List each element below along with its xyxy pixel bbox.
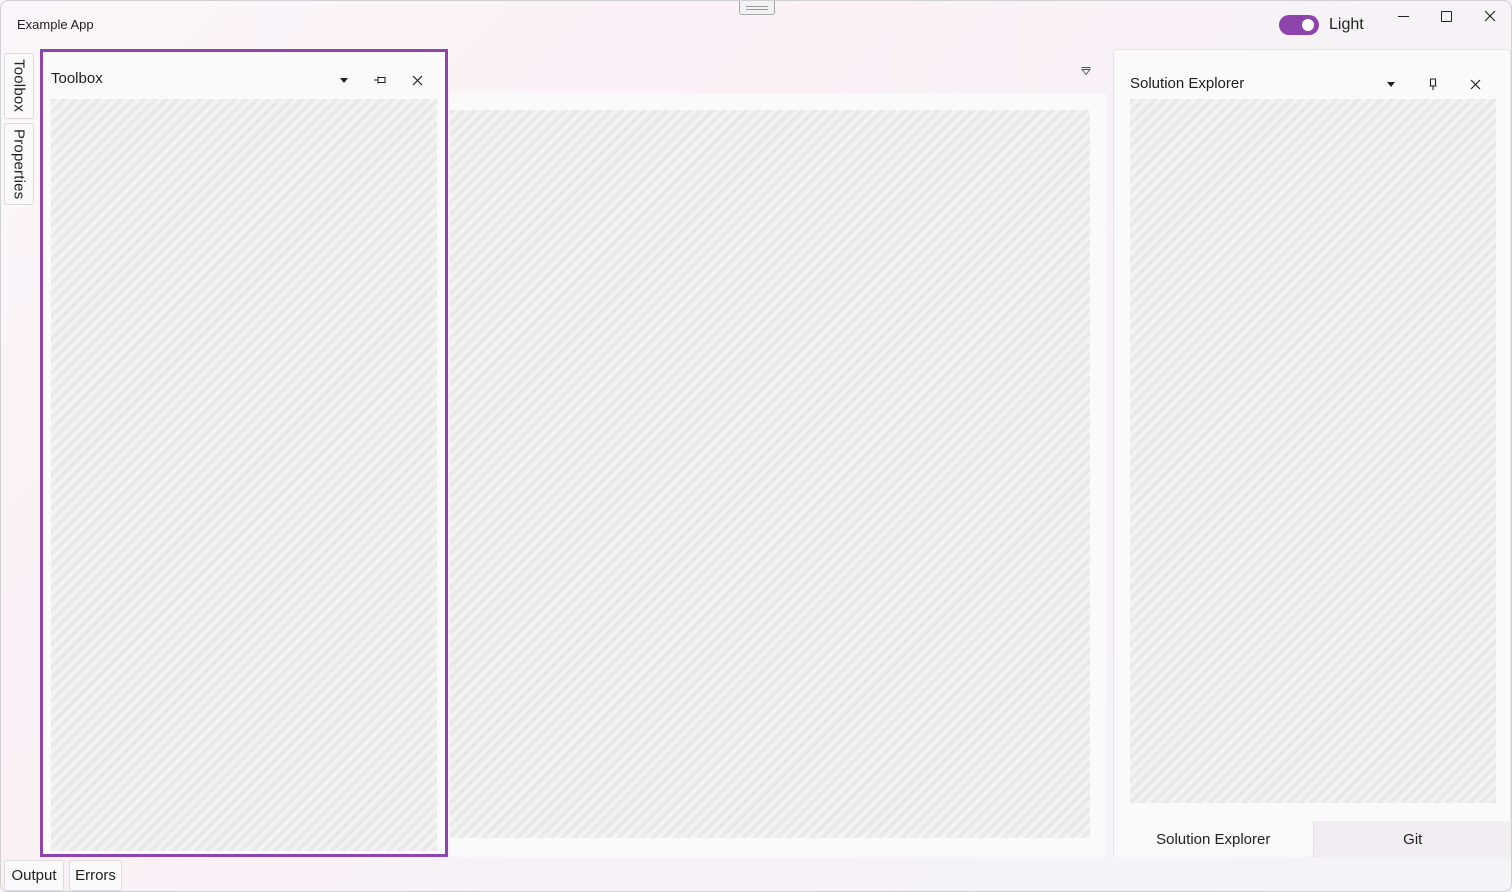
triangle-down-icon — [1080, 67, 1092, 76]
maximize-button[interactable] — [1424, 1, 1468, 33]
app-window: Example App Light Toolbox Properties Too… — [0, 0, 1512, 892]
toolbox-options-button[interactable] — [333, 69, 355, 91]
minimize-button[interactable] — [1381, 1, 1425, 33]
close-icon — [412, 75, 422, 85]
toolbox-close-button[interactable] — [406, 69, 428, 91]
bottom-tab-output[interactable]: Output — [4, 860, 64, 891]
tab-solution-explorer[interactable]: Solution Explorer — [1114, 821, 1314, 857]
close-window-button[interactable] — [1468, 1, 1511, 33]
theme-toggle[interactable]: Light — [1279, 15, 1364, 35]
solution-explorer-close-button[interactable] — [1464, 73, 1486, 95]
theme-label: Light — [1329, 16, 1364, 33]
toolbox-content — [51, 99, 437, 851]
document-content — [450, 110, 1090, 838]
drag-handle[interactable] — [739, 1, 775, 15]
side-tab-toolbox-label: Toolbox — [10, 59, 28, 113]
maximize-icon — [1440, 10, 1452, 22]
solution-explorer-tabs: Solution Explorer Git — [1114, 821, 1511, 857]
app-title: Example App — [17, 17, 94, 32]
solution-explorer-title: Solution Explorer — [1130, 75, 1245, 92]
toolbox-title: Toolbox — [51, 70, 103, 87]
side-tab-properties-label: Properties — [10, 128, 28, 200]
side-tab-toolbox[interactable]: Toolbox — [4, 53, 34, 119]
bottom-tab-errors[interactable]: Errors — [69, 860, 122, 891]
theme-switch[interactable] — [1279, 15, 1319, 35]
chevron-down-icon — [340, 77, 348, 83]
document-area — [450, 93, 1106, 857]
chevron-down-icon — [1387, 81, 1395, 87]
pin-icon — [1429, 78, 1437, 90]
minimize-icon — [1397, 15, 1409, 17]
close-icon — [1470, 79, 1480, 89]
toolbox-panel: Toolbox — [40, 49, 448, 857]
solution-explorer-pin-button[interactable] — [1422, 73, 1444, 95]
solution-explorer-content — [1130, 99, 1496, 803]
side-tab-properties[interactable]: Properties — [4, 123, 34, 205]
toolbox-pin-button[interactable] — [369, 69, 391, 91]
tab-git[interactable]: Git — [1313, 821, 1511, 857]
solution-explorer-options-button[interactable] — [1380, 73, 1402, 95]
document-menu-button[interactable] — [1077, 63, 1095, 79]
pin-icon — [374, 76, 386, 84]
close-icon — [1484, 10, 1496, 22]
solution-explorer-panel: Solution Explorer Solution Explorer Git — [1113, 49, 1511, 857]
